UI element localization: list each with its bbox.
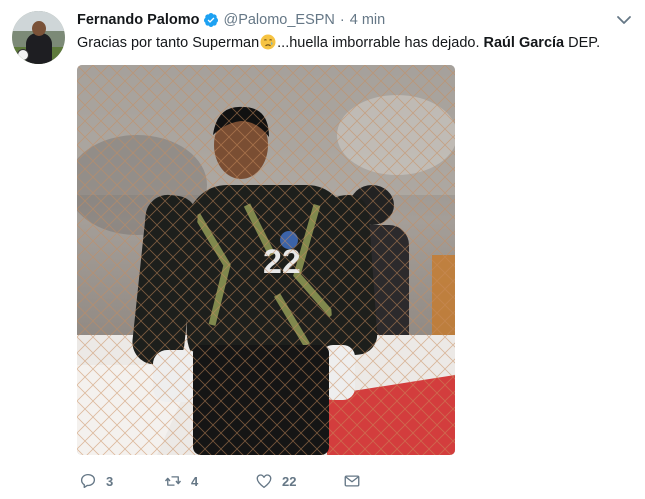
tweet-card[interactable]: Fernando Palomo @Palomo_ESPN · 4 min Gra… <box>0 0 645 499</box>
author-name[interactable]: Fernando Palomo <box>77 12 199 28</box>
retweet-icon <box>164 476 182 486</box>
tweet-text: Gracias por tanto Superman ...huella imb… <box>77 33 600 53</box>
tweet-photo[interactable]: 22 <box>77 65 455 455</box>
reply-count: 3 <box>106 473 114 489</box>
like-button[interactable]: 22 <box>255 470 296 492</box>
heart-icon <box>256 474 272 489</box>
avatar[interactable] <box>12 11 65 64</box>
direct-message-button[interactable] <box>343 470 370 492</box>
tweet-bold-name: Raúl García <box>483 35 565 51</box>
retweet-button[interactable]: 4 <box>164 470 198 492</box>
retweet-count: 4 <box>191 473 199 489</box>
timestamp[interactable]: 4 min <box>350 12 385 28</box>
author-handle[interactable]: @Palomo_ESPN <box>223 12 334 28</box>
crying-face-icon <box>260 34 276 50</box>
tweet-text-part: DEP. <box>564 35 601 51</box>
verified-badge-icon <box>204 13 219 27</box>
like-count: 22 <box>282 473 297 489</box>
tweet-header: Fernando Palomo @Palomo_ESPN · 4 min <box>77 10 385 30</box>
reply-button[interactable]: 3 <box>79 470 113 492</box>
tweet-text-part: ...huella imborrable has dejado. <box>277 35 484 51</box>
tweet-text-part: Gracias por tanto Superman <box>77 35 260 51</box>
chevron-down-icon[interactable] <box>616 12 632 28</box>
separator-dot: · <box>339 12 345 28</box>
envelope-icon <box>344 475 360 487</box>
reply-icon <box>80 473 96 489</box>
